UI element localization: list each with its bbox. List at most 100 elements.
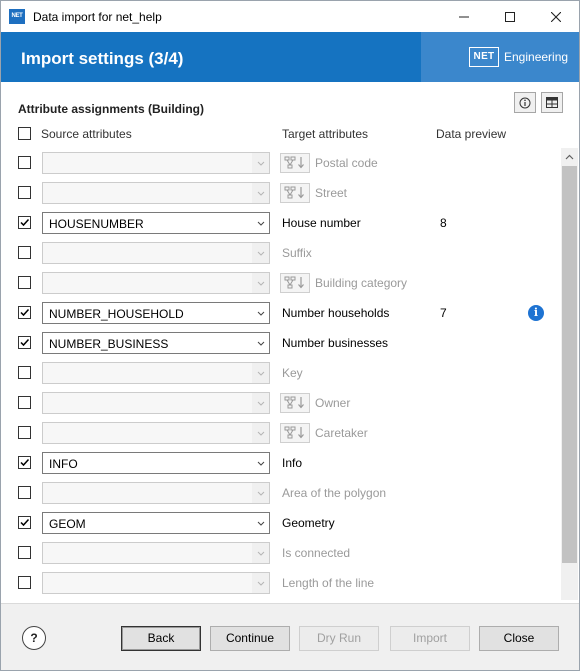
target-attribute-label: Building category (315, 276, 408, 290)
help-button[interactable]: ? (22, 626, 46, 650)
dropdown-arrow[interactable] (252, 243, 269, 263)
dropdown-arrow[interactable] (252, 453, 269, 473)
dropdown-arrow[interactable] (252, 333, 269, 353)
attribute-row: Caretaker (1, 418, 561, 448)
continue-button[interactable]: Continue (210, 626, 290, 651)
row-checkbox[interactable] (18, 156, 31, 169)
hierarchy-map-icon (284, 186, 304, 199)
source-attribute-value: NUMBER_HOUSEHOLD (49, 307, 184, 321)
row-checkbox[interactable] (18, 186, 31, 199)
close-button[interactable]: Close (479, 626, 559, 651)
dry-run-button[interactable]: Dry Run (299, 626, 379, 651)
dropdown-arrow[interactable] (252, 483, 269, 503)
source-attribute-dropdown[interactable] (42, 152, 270, 174)
select-all-checkbox[interactable] (18, 127, 31, 140)
row-checkbox[interactable] (18, 336, 31, 349)
source-attribute-dropdown[interactable] (42, 542, 270, 564)
hierarchy-map-icon (284, 426, 304, 439)
row-checkbox[interactable] (18, 366, 31, 379)
table-icon (546, 97, 558, 108)
chevron-down-icon (257, 461, 264, 466)
row-checkbox[interactable] (18, 486, 31, 499)
row-checkbox[interactable] (18, 216, 31, 229)
row-checkbox[interactable] (18, 546, 31, 559)
target-attributes-header: Target attributes (282, 127, 369, 141)
source-attribute-dropdown[interactable]: NUMBER_HOUSEHOLD (42, 302, 270, 324)
attribute-row: Owner (1, 388, 561, 418)
source-attribute-dropdown[interactable]: HOUSENUMBER (42, 212, 270, 234)
source-attribute-dropdown[interactable]: NUMBER_BUSINESS (42, 332, 270, 354)
source-attribute-value: INFO (49, 457, 78, 471)
value-mapping-button[interactable] (280, 183, 310, 203)
maximize-button[interactable] (487, 1, 533, 32)
source-attribute-dropdown[interactable] (42, 422, 270, 444)
net-logo: NET (469, 47, 499, 67)
value-mapping-button[interactable] (280, 393, 310, 413)
import-button[interactable]: Import (390, 626, 470, 651)
app-logo-icon: NET (9, 9, 25, 24)
source-attribute-dropdown[interactable] (42, 362, 270, 384)
source-attribute-dropdown[interactable] (42, 272, 270, 294)
dropdown-arrow[interactable] (252, 303, 269, 323)
dropdown-arrow[interactable] (252, 213, 269, 233)
hierarchy-map-icon (284, 276, 304, 289)
target-attribute-label: Street (315, 186, 348, 200)
close-window-button[interactable] (533, 1, 579, 32)
brand-panel: NET Engineering (421, 32, 579, 82)
source-attribute-value: NUMBER_BUSINESS (49, 337, 169, 351)
title-bar: NET Data import for net_help (1, 1, 579, 32)
attribute-row: Building category (1, 268, 561, 298)
row-checkbox[interactable] (18, 246, 31, 259)
info-toggle-button[interactable] (514, 92, 536, 113)
dropdown-arrow[interactable] (252, 153, 269, 173)
source-attribute-value: HOUSENUMBER (49, 217, 144, 231)
table-view-button[interactable] (541, 92, 563, 113)
attribute-row: Is connected (1, 538, 561, 568)
value-mapping-button[interactable] (280, 153, 310, 173)
target-attribute-label: Key (282, 366, 303, 380)
close-icon (551, 11, 561, 22)
value-mapping-button[interactable] (280, 423, 310, 443)
info-icon[interactable]: i (528, 305, 544, 321)
dropdown-arrow[interactable] (252, 363, 269, 383)
attribute-row: Key (1, 358, 561, 388)
import-dialog: NET Data import for net_help Import sett… (0, 0, 580, 671)
vertical-scrollbar[interactable] (561, 148, 578, 600)
target-attribute-label: Suffix (282, 246, 312, 260)
source-attributes-header: Source attributes (41, 127, 132, 141)
minimize-button[interactable] (441, 1, 487, 32)
chevron-down-icon (257, 491, 264, 496)
row-checkbox[interactable] (18, 306, 31, 319)
dropdown-arrow[interactable] (252, 273, 269, 293)
source-attribute-dropdown[interactable] (42, 482, 270, 504)
dropdown-arrow[interactable] (252, 393, 269, 413)
row-checkbox[interactable] (18, 276, 31, 289)
source-attribute-dropdown[interactable]: INFO (42, 452, 270, 474)
back-button[interactable]: Back (121, 626, 201, 651)
row-checkbox[interactable] (18, 456, 31, 469)
source-attribute-dropdown[interactable] (42, 392, 270, 414)
target-attribute-label: Caretaker (315, 426, 368, 440)
value-mapping-button[interactable] (280, 273, 310, 293)
row-checkbox[interactable] (18, 396, 31, 409)
chevron-down-icon (257, 341, 264, 346)
source-attribute-dropdown[interactable]: GEOM (42, 512, 270, 534)
attribute-row: GEOM Geometry (1, 508, 561, 538)
attribute-row: Street (1, 178, 561, 208)
dropdown-arrow[interactable] (252, 543, 269, 563)
dropdown-arrow[interactable] (252, 513, 269, 533)
chevron-down-icon (257, 401, 264, 406)
row-checkbox[interactable] (18, 426, 31, 439)
source-attribute-dropdown[interactable] (42, 182, 270, 204)
row-checkbox[interactable] (18, 516, 31, 529)
scroll-thumb[interactable] (562, 166, 577, 563)
dropdown-arrow[interactable] (252, 423, 269, 443)
hierarchy-map-icon (284, 156, 304, 169)
row-checkbox[interactable] (18, 576, 31, 589)
scroll-up-button[interactable] (561, 148, 578, 165)
dropdown-arrow[interactable] (252, 573, 269, 593)
checkmark-icon (20, 308, 30, 317)
source-attribute-dropdown[interactable] (42, 572, 270, 594)
source-attribute-dropdown[interactable] (42, 242, 270, 264)
dropdown-arrow[interactable] (252, 183, 269, 203)
